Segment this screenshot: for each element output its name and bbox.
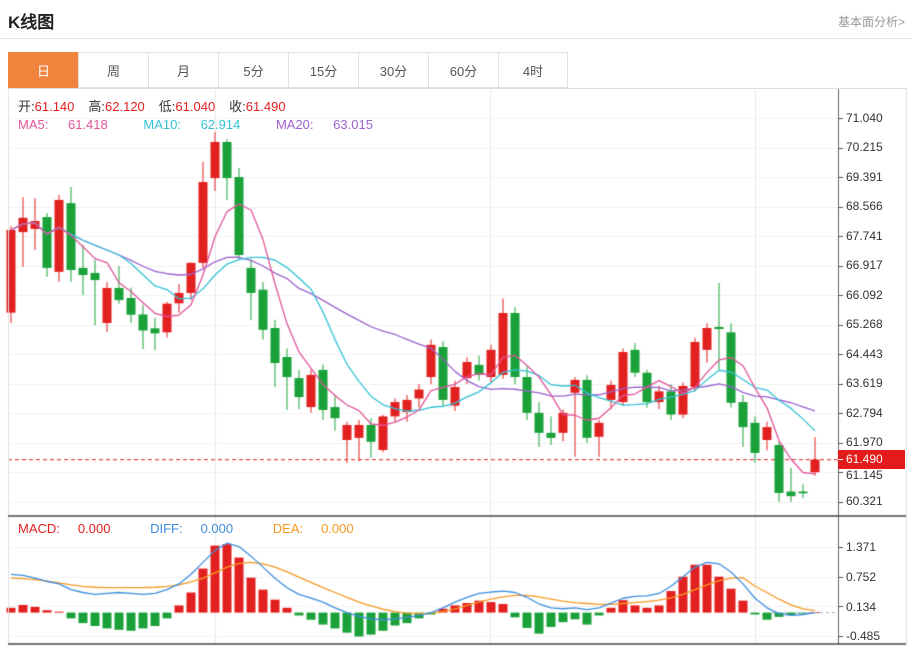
low-value: 61.040 (175, 99, 216, 114)
tab-60min[interactable]: 60分 (428, 52, 498, 88)
last-price-badge: 61.490 (838, 450, 905, 469)
y-tick-label: 71.040 (846, 111, 883, 125)
y-tick-label: 64.443 (846, 347, 883, 361)
ma10-value: MA10: 62.914 (143, 117, 241, 132)
high-label: 高: (88, 99, 106, 114)
y-tick-label: 63.619 (846, 376, 883, 390)
y-tick-label: 65.268 (846, 317, 883, 331)
macd-tick-label: 0.752 (846, 570, 877, 584)
page-title: K线图 (8, 13, 55, 32)
y-tick-label: 66.917 (846, 258, 883, 272)
tab-4hour[interactable]: 4时 (498, 52, 568, 88)
y-tick-label: 60.321 (846, 494, 883, 508)
close-label: 收: (229, 99, 246, 114)
ma-readout: MA5: 61.418 MA10: 62.914 MA20: 63.015 (18, 117, 405, 132)
kline-page: K线图 基本面分析> 日 周 月 5分 15分 30分 60分 4时 开:61.… (0, 0, 911, 653)
tab-15min[interactable]: 15分 (288, 52, 358, 88)
tab-day[interactable]: 日 (8, 52, 78, 88)
y-tick-label: 62.794 (846, 406, 883, 420)
high-value: 62.120 (105, 99, 145, 114)
ohlc-readout: 开:61.140 高:62.120 低:61.040 收:61.490 (18, 96, 300, 115)
ma20-value: MA20: 63.015 (275, 117, 373, 132)
tab-30min[interactable]: 30分 (358, 52, 428, 88)
y-tick-label: 70.215 (846, 140, 883, 154)
ma5-value: MA5: 61.418 (18, 117, 108, 132)
macd-tick-label: 0.134 (846, 600, 877, 614)
y-tick-label: 67.741 (846, 229, 883, 243)
open-value: 61.140 (34, 99, 75, 114)
low-label: 低: (158, 99, 176, 114)
y-tick-label: 66.092 (846, 288, 883, 302)
y-tick-label: 69.391 (846, 170, 883, 184)
macd-tick-label: 1.371 (846, 540, 877, 554)
fundamental-analysis-link[interactable]: 基本面分析> (838, 13, 905, 30)
diff-value: DIFF: 0.000 (150, 521, 234, 536)
interval-tabbar: 日 周 月 5分 15分 30分 60分 4时 (8, 52, 906, 89)
tab-5min[interactable]: 5分 (218, 52, 288, 88)
tab-month[interactable]: 月 (148, 52, 218, 88)
tab-week[interactable]: 周 (78, 52, 148, 88)
macd-tick-label: -0.485 (846, 629, 881, 643)
macd-readout: MACD: 0.000 DIFF: 0.000 DEA: 0.000 (18, 521, 390, 536)
dea-value: DEA: 0.000 (272, 521, 354, 536)
y-tick-label: 68.566 (846, 199, 883, 213)
macd-value: MACD: 0.000 (18, 521, 111, 536)
open-label: 开: (18, 99, 35, 114)
y-tick-label: 61.145 (846, 468, 883, 482)
y-tick-label: 61.970 (846, 435, 883, 449)
close-value: 61.490 (245, 99, 286, 114)
